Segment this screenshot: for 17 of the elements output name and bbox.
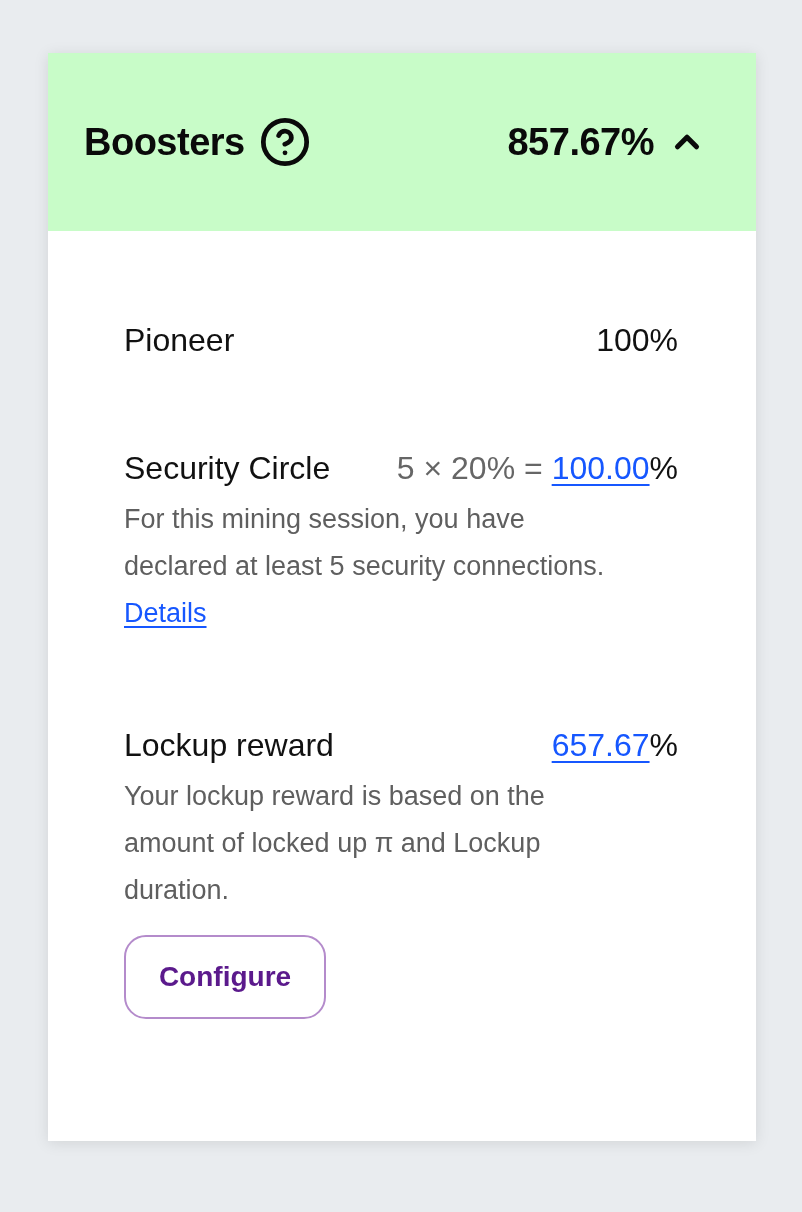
- percent-sign: %: [649, 449, 678, 488]
- booster-description: For this mining session, you have declared at least 5 security connections.: [124, 503, 606, 583]
- total-percentage: 857.67%: [507, 119, 654, 165]
- booster-name: Lockup reward: [124, 726, 334, 765]
- percent-sign: %: [649, 726, 678, 765]
- booster-value: 100%: [596, 321, 678, 360]
- booster-name: Pioneer: [124, 321, 235, 360]
- details-link[interactable]: Details: [124, 590, 207, 637]
- booster-description: Your lockup reward is based on the amount of locked up π and Lockup duration.: [124, 780, 546, 907]
- value-link[interactable]: 657.67: [551, 725, 650, 765]
- card-header[interactable]: Boosters 857.67%: [48, 53, 756, 231]
- formula-text: 5 × 20% =: [396, 449, 543, 488]
- card-title: Boosters: [84, 119, 245, 165]
- help-icon[interactable]: [258, 116, 311, 168]
- configure-button[interactable]: Configure: [124, 935, 326, 1019]
- booster-name: Security Circle: [124, 449, 331, 488]
- value-link[interactable]: 100.00: [551, 448, 650, 488]
